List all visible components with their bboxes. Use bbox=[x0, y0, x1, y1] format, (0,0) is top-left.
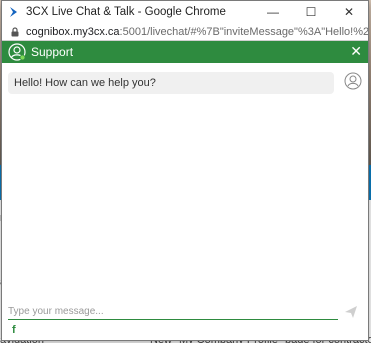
chat-header: Support ✕ bbox=[2, 41, 368, 63]
message-list: Hello! How can we help you? bbox=[2, 63, 368, 295]
address-bar[interactable]: cognibox.my3cx.ca:5001/livechat/#%7B"inv… bbox=[2, 23, 368, 41]
url-path: :5001/livechat/#%7B"inviteMessage"%3A"He… bbox=[119, 25, 368, 38]
message-input[interactable] bbox=[8, 304, 338, 320]
facebook-icon[interactable]: f bbox=[12, 324, 16, 336]
chat-popup-window: 3CX Live Chat & Talk - Google Chrome — ☐… bbox=[1, 0, 369, 341]
close-window-button[interactable]: ✕ bbox=[330, 1, 368, 23]
window-title: 3CX Live Chat & Talk - Google Chrome bbox=[26, 6, 226, 18]
minimize-button[interactable]: — bbox=[254, 1, 292, 23]
send-icon[interactable] bbox=[344, 305, 358, 319]
agent-message-bubble: Hello! How can we help you? bbox=[8, 72, 334, 94]
chat-header-title: Support bbox=[31, 45, 74, 59]
close-chat-button[interactable]: ✕ bbox=[350, 43, 362, 60]
window-titlebar[interactable]: 3CX Live Chat & Talk - Google Chrome — ☐… bbox=[2, 1, 368, 23]
composer: f bbox=[2, 301, 368, 341]
lock-icon bbox=[11, 26, 19, 36]
url-host: cognibox.my3cx.ca bbox=[26, 25, 120, 38]
agent-avatar-icon bbox=[344, 72, 362, 90]
support-avatar-icon bbox=[8, 43, 26, 61]
maximize-button[interactable]: ☐ bbox=[292, 1, 330, 23]
app-icon bbox=[10, 7, 17, 17]
